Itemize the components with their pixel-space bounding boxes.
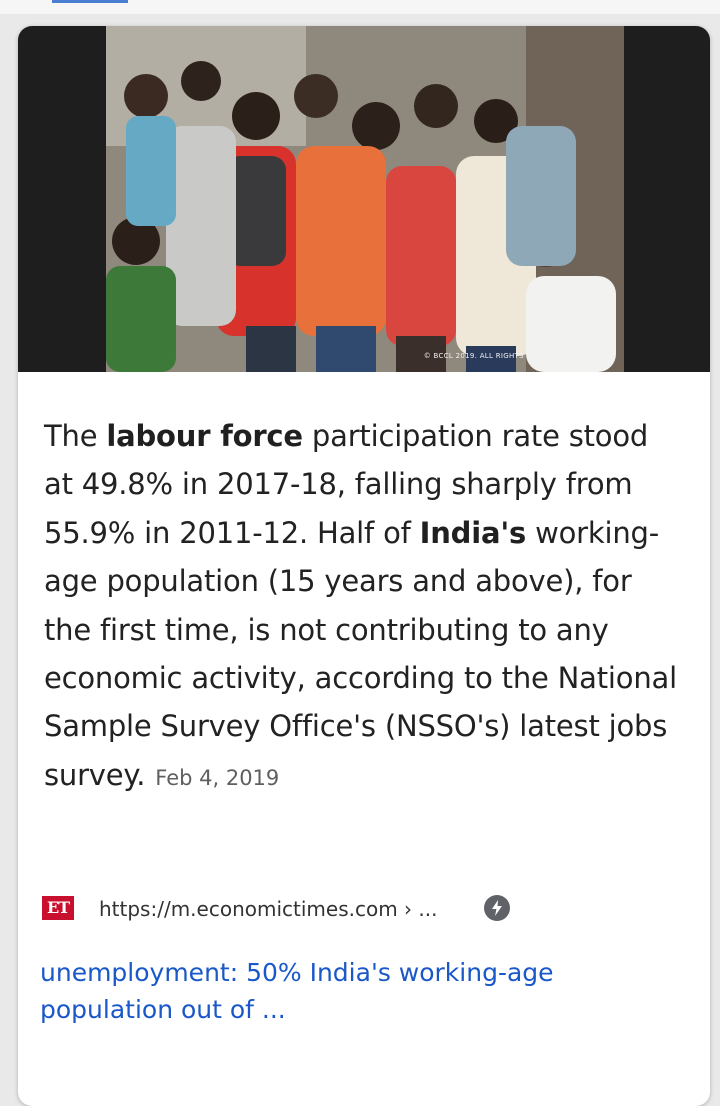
photo-credit: © BCCL 2019. ALL RIGHTS RESERVED xyxy=(423,352,566,360)
snippet-date: Feb 4, 2019 xyxy=(155,765,280,790)
snippet-part-3: working-age population (15 years and abo… xyxy=(44,515,677,792)
crowd-illustration xyxy=(106,26,624,372)
snippet-part-1: The xyxy=(44,419,107,453)
amp-lightning-icon xyxy=(484,895,510,921)
snippet-text: The labour force participation rate stoo… xyxy=(44,412,684,802)
source-row[interactable]: ET https://m.economictimes.com › ... xyxy=(42,890,682,930)
snippet-photo[interactable]: © BCCL 2019. ALL RIGHTS RESERVED xyxy=(106,26,624,372)
et-logo: ET xyxy=(42,896,74,920)
snippet-bold-term-1: labour force xyxy=(106,419,303,453)
featured-snippet-card: © BCCL 2019. ALL RIGHTS RESERVED The lab… xyxy=(18,26,710,1106)
snippet-bold-term-2: India's xyxy=(419,515,527,550)
result-title-link[interactable]: unemployment: 50% India's working-age po… xyxy=(40,954,660,1028)
source-url[interactable]: https://m.economictimes.com › ... xyxy=(99,896,437,922)
top-accent-bar xyxy=(52,0,128,3)
image-panel[interactable]: © BCCL 2019. ALL RIGHTS RESERVED xyxy=(18,26,710,372)
